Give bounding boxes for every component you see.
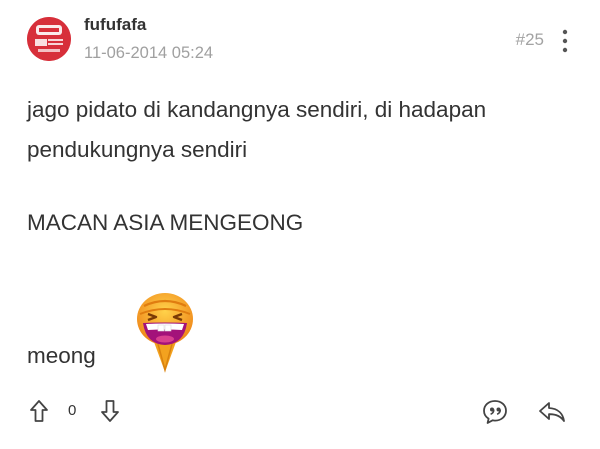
more-options-icon[interactable] xyxy=(559,28,571,54)
upvote-arrow-icon[interactable] xyxy=(29,399,49,423)
forum-post: fufufafa 11-06-2014 05:24 #25 jago pidat… xyxy=(0,0,600,449)
post-timestamp: 11-06-2014 05:24 xyxy=(84,44,214,62)
post-number[interactable]: #25 xyxy=(516,30,544,50)
post-body-line: pendukungnya sendiri xyxy=(27,137,248,162)
downvote-arrow-icon[interactable] xyxy=(100,399,120,423)
username[interactable]: fufufafa xyxy=(84,15,146,35)
quote-bubble-icon[interactable] xyxy=(482,399,508,425)
avatar[interactable] xyxy=(27,17,71,61)
reply-arrow-icon[interactable] xyxy=(538,401,566,423)
post-body-line: meong xyxy=(27,343,96,368)
post-body-line: jago pidato di kandangnya sendiri, di ha… xyxy=(27,97,487,122)
avatar-logo-icon xyxy=(27,17,71,61)
vote-count: 0 xyxy=(68,402,77,419)
laughing-face-icon xyxy=(137,293,193,373)
post-body-line: MACAN ASIA MENGEONG xyxy=(27,210,304,235)
